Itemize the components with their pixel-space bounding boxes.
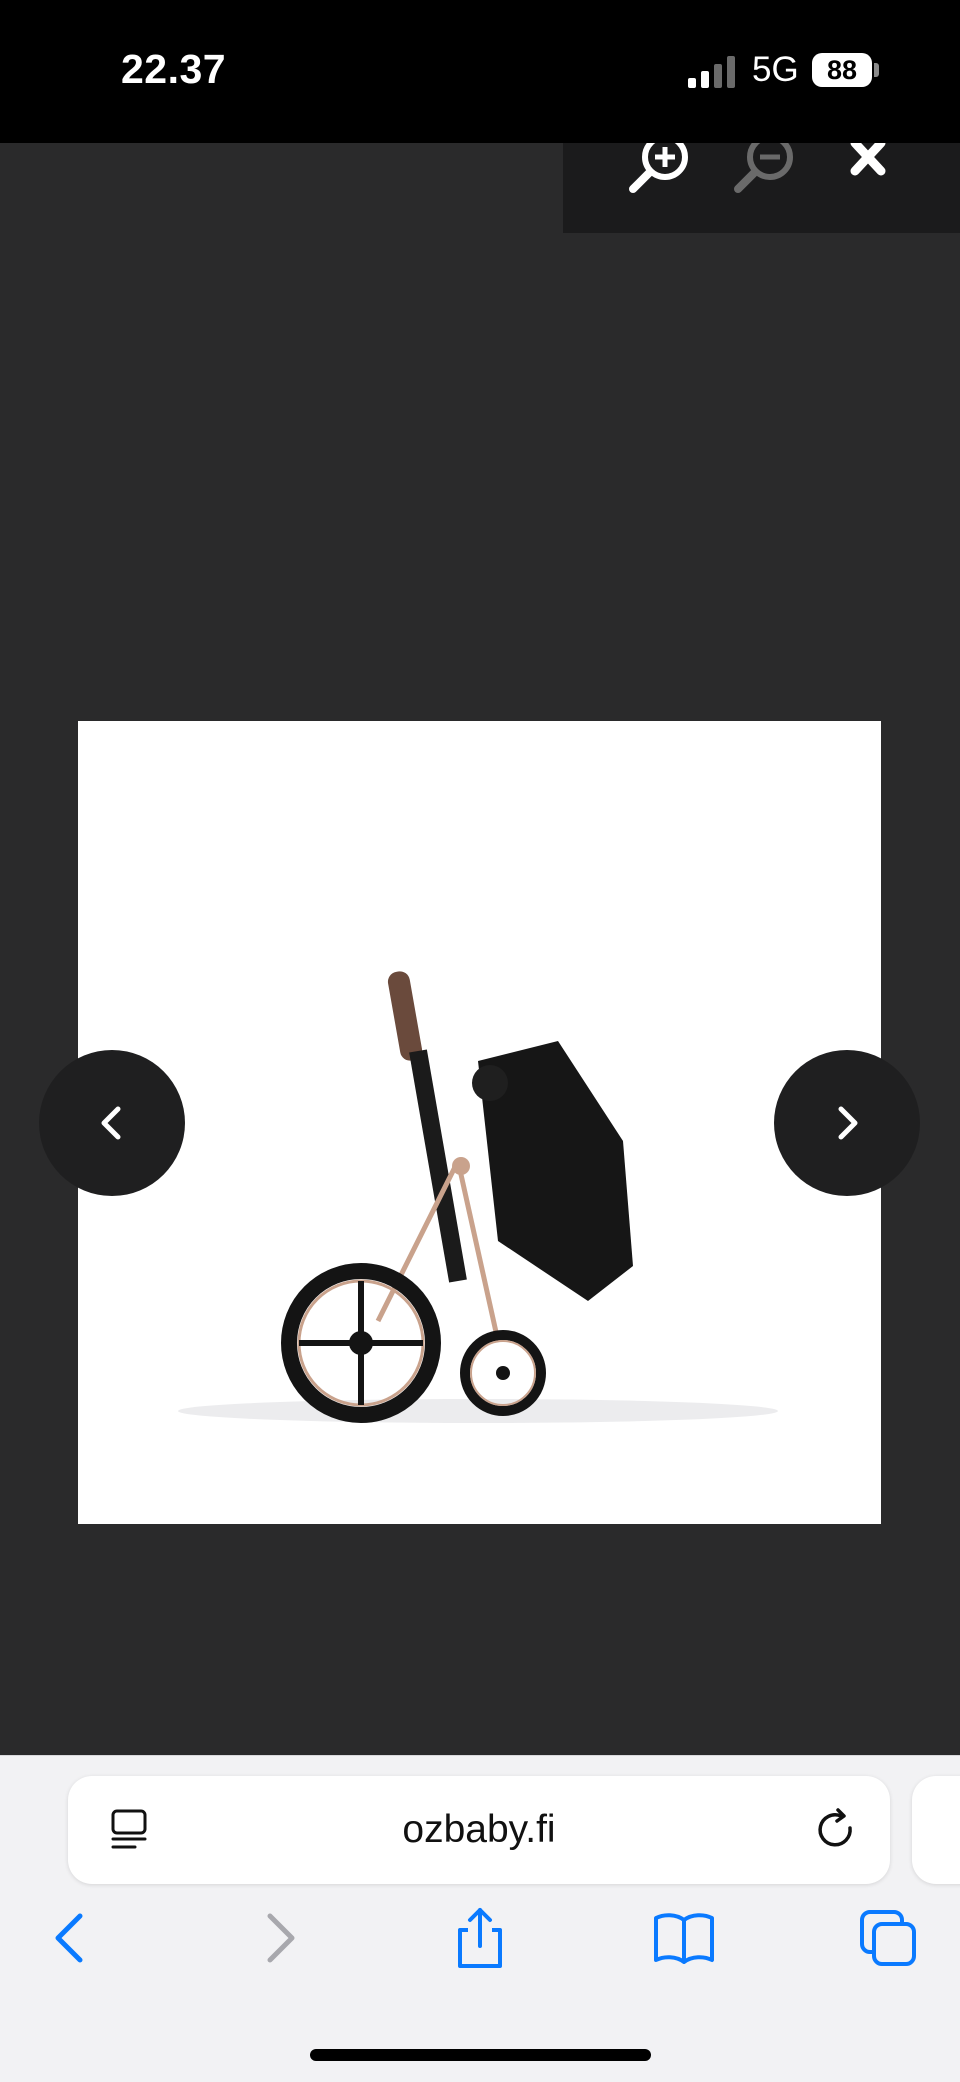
tabs-icon xyxy=(860,1910,916,1966)
zoom-out-icon xyxy=(734,143,793,193)
tabs-button[interactable] xyxy=(856,1906,920,1970)
next-tab-preview[interactable] xyxy=(912,1776,960,1884)
signal-icon xyxy=(688,56,736,88)
previous-image-button[interactable] xyxy=(39,1050,185,1196)
status-time: 22.37 xyxy=(121,46,227,92)
battery-icon: 88 xyxy=(812,53,872,87)
next-image-button[interactable] xyxy=(774,1050,920,1196)
url-text: ozbaby.fi xyxy=(402,1808,556,1851)
product-image[interactable] xyxy=(78,721,881,1524)
address-bar[interactable]: ozbaby.fi xyxy=(68,1776,890,1884)
zoom-in-icon xyxy=(629,143,688,193)
chevron-left-icon xyxy=(55,1913,83,1963)
status-bar: 22.37 5G 88 xyxy=(0,0,960,143)
zoom-out-button[interactable] xyxy=(730,143,800,213)
forward-button[interactable] xyxy=(246,1906,310,1970)
reload-icon[interactable] xyxy=(812,1806,860,1854)
book-icon xyxy=(654,1913,714,1964)
image-viewer xyxy=(0,143,960,1755)
browser-bottom-bar: ozbaby.fi xyxy=(0,1755,960,2082)
chevron-right-icon xyxy=(838,1106,858,1140)
chevron-right-icon xyxy=(267,1913,295,1963)
rear-wheel xyxy=(281,1263,441,1423)
bookmarks-button[interactable] xyxy=(652,1906,716,1970)
share-button[interactable] xyxy=(448,1906,512,1970)
chevron-left-icon xyxy=(101,1106,121,1140)
home-indicator[interactable] xyxy=(310,2049,651,2061)
viewer-toolbar xyxy=(563,143,960,233)
close-icon xyxy=(850,143,886,176)
battery-cap xyxy=(874,63,879,77)
back-button[interactable] xyxy=(40,1906,104,1970)
network-label: 5G xyxy=(752,50,799,89)
zoom-in-button[interactable] xyxy=(625,143,695,213)
share-icon xyxy=(458,1908,502,1968)
close-viewer-button[interactable] xyxy=(835,143,905,213)
